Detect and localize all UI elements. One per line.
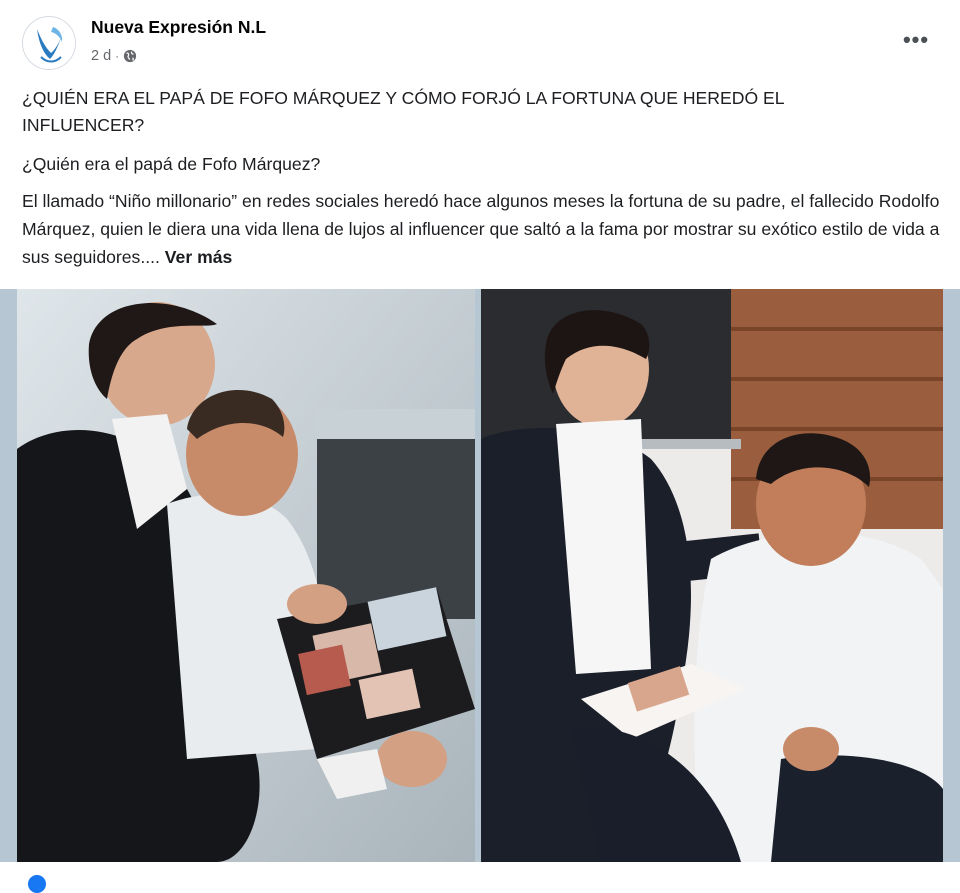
post-timestamp[interactable]: 2 d — [91, 48, 111, 64]
post-footer — [0, 862, 960, 880]
post-photo[interactable] — [0, 289, 960, 862]
page-logo-icon — [24, 18, 75, 69]
photo-left-panel — [17, 289, 475, 862]
page-avatar[interactable] — [22, 16, 76, 70]
page-name[interactable]: Nueva Expresión N.L — [91, 17, 266, 38]
post-meta: 2 d · — [91, 47, 137, 65]
see-more-link[interactable]: Ver más — [165, 247, 233, 267]
post-headline: ¿QUIÉN ERA EL PAPÁ DE FOFO MÁRQUEZ Y CÓM… — [22, 88, 784, 135]
post-subheadline: ¿Quién era el papá de Fofo Márquez? — [22, 154, 321, 174]
more-options-icon[interactable]: ••• — [900, 27, 932, 52]
meta-separator: · — [115, 49, 120, 63]
post-body: El llamado “Niño millonario” en redes so… — [22, 187, 947, 271]
post-body-text: El llamado “Niño millonario” en redes so… — [22, 191, 940, 267]
reaction-icon[interactable] — [28, 875, 46, 893]
photo-right-panel — [481, 289, 943, 862]
facebook-post: Nueva Expresión N.L 2 d · ••• ¿QUIÉN ERA… — [0, 0, 960, 893]
photo-left-illustration — [17, 289, 475, 862]
photo-right-illustration — [481, 289, 943, 862]
globe-icon — [123, 49, 137, 63]
